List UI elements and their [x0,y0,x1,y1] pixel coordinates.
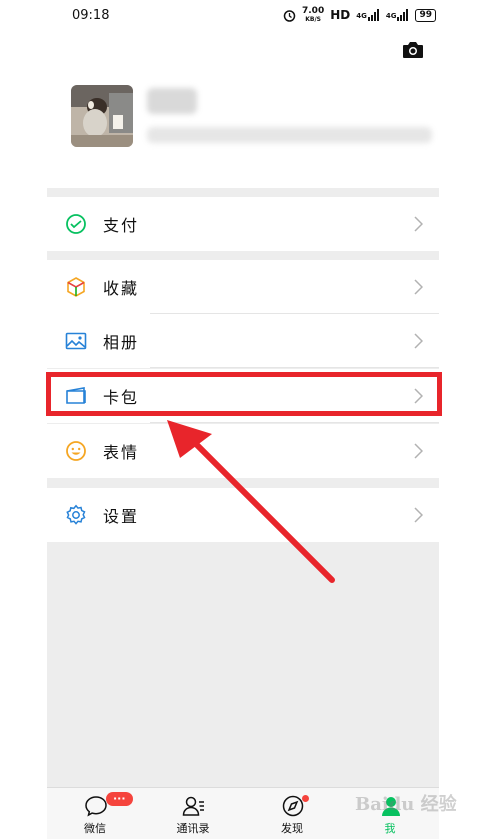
unread-badge: ··· [106,792,133,806]
signal-icon-2 [397,9,409,21]
speed-unit: KB/S [305,16,321,23]
album-picture-icon [65,332,87,350]
tab-label-contacts: 通讯录 [176,822,210,835]
signal-icon [367,9,379,21]
menu-label-album: 相册 [103,333,140,352]
network-type-2: 4G [385,12,397,20]
tab-chats[interactable]: ··· 微信 [50,788,140,839]
chevron-right-icon [414,216,423,232]
chevron-right-icon [414,279,423,295]
menu-item-pay[interactable]: 支付 [47,197,439,251]
discover-red-dot [302,795,309,802]
tab-label-discover: 发现 [281,822,303,835]
profile-header[interactable] [47,70,439,188]
alarm-icon [283,9,296,22]
chevron-right-icon [414,333,423,349]
network-speed: 7.00 KB/S [302,6,325,24]
smiley-icon [66,441,86,461]
pay-icon [66,214,86,234]
camera-icon [403,42,423,58]
status-bar: 09:18 7.00 KB/S HD 4G 4G 99 [0,0,487,30]
tab-contacts[interactable]: 通讯录 [148,788,238,839]
menu-label-pay: 支付 [103,216,140,235]
menu-item-settings[interactable]: 设置 [47,488,439,542]
tab-label-me: 我 [384,822,396,835]
nickname-blurred [147,88,197,114]
status-icons: 7.00 KB/S HD 4G 4G 99 [283,6,437,24]
tab-discover[interactable]: 发现 [247,788,337,839]
signal-1: 4G [356,9,380,21]
avatar[interactable] [71,85,133,147]
menu-item-album[interactable]: 相册 [47,314,439,368]
chat-bubble-icon [85,796,107,817]
avatar-image [71,85,133,147]
wechat-id-blurred [147,127,432,143]
chevron-right-icon [414,443,423,459]
contacts-icon [182,796,204,816]
camera-button[interactable] [402,41,424,59]
hd-indicator: HD [330,8,351,22]
menu-item-favorites[interactable]: 收藏 [47,260,439,314]
signal-2: 4G [386,9,410,21]
tab-label-chats: 微信 [84,822,106,835]
favorites-cube-icon [67,277,85,297]
speed-value: 7.00 [302,6,325,16]
status-time: 09:18 [72,8,110,23]
menu-label-favorites: 收藏 [103,279,140,298]
battery-indicator: 99 [415,8,437,22]
divider [150,367,439,368]
gear-icon [66,504,86,525]
chevron-right-icon [414,507,423,523]
watermark: Baidu 经验 [355,794,457,815]
highlight-box [46,372,442,416]
menu-item-stickers[interactable]: 表情 [47,424,439,478]
menu-label-stickers: 表情 [103,443,140,462]
menu-label-settings: 设置 [103,507,140,526]
divider [150,422,439,423]
network-type-1: 4G [356,12,367,20]
